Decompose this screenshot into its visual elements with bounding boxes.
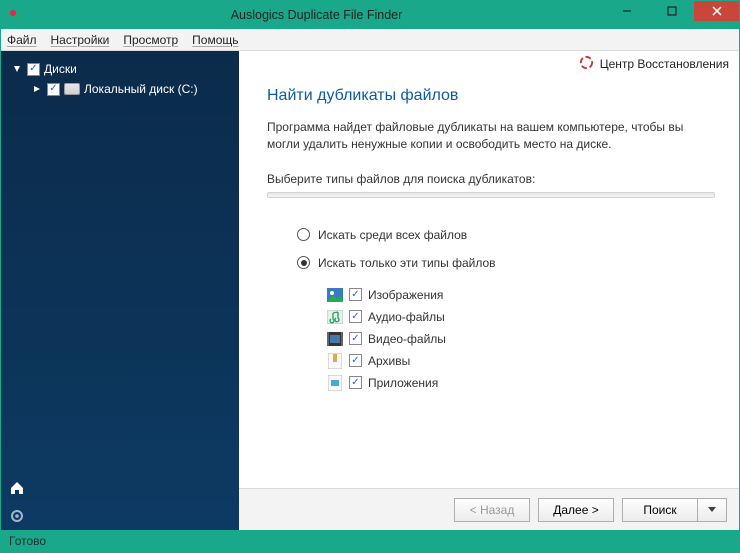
home-button[interactable] xyxy=(1,474,239,502)
checkbox-audio[interactable] xyxy=(349,310,362,323)
close-button[interactable] xyxy=(694,1,739,21)
radio-icon xyxy=(297,228,310,241)
filetype-label: Аудио-файлы xyxy=(368,310,445,324)
filetype-archives[interactable]: Архивы xyxy=(327,350,715,372)
drive-icon xyxy=(64,83,80,95)
sidebar: Диски Локальный диск (C:) xyxy=(1,51,239,530)
tree-root-row[interactable]: Диски xyxy=(11,59,235,79)
filetype-apps[interactable]: Приложения xyxy=(327,372,715,394)
menu-file[interactable]: Файл xyxy=(7,33,37,47)
wizard-footer: < Назад Далее > Поиск xyxy=(239,488,739,530)
audio-icon xyxy=(327,309,343,325)
radio-label: Искать только эти типы файлов xyxy=(318,256,496,270)
tree-drive-row[interactable]: Локальный диск (C:) xyxy=(11,79,235,99)
sidebar-bottom xyxy=(1,474,239,530)
filetype-video[interactable]: Видео-файлы xyxy=(327,328,715,350)
settings-gear-button[interactable] xyxy=(1,502,239,530)
app-icon xyxy=(7,7,23,23)
radio-label: Искать среди всех файлов xyxy=(318,228,467,242)
window-controls xyxy=(604,1,739,29)
radio-all-files[interactable]: Искать среди всех файлов xyxy=(297,228,715,242)
image-icon xyxy=(327,287,343,303)
checkbox-video[interactable] xyxy=(349,332,362,345)
video-icon xyxy=(327,331,343,347)
back-button: < Назад xyxy=(454,498,530,522)
menu-help[interactable]: Помощь xyxy=(192,33,238,47)
minimize-button[interactable] xyxy=(604,1,649,21)
status-bar: Готово xyxy=(1,530,739,552)
file-types-list: Изображения Аудио-файлы Видео-файлы xyxy=(327,284,715,394)
restore-icon xyxy=(579,55,594,73)
checkbox-drive-c[interactable] xyxy=(47,83,60,96)
app-window: Auslogics Duplicate File Finder Файл Нас… xyxy=(0,0,740,553)
radio-icon xyxy=(297,256,310,269)
checkbox-disks[interactable] xyxy=(27,63,40,76)
tree-root-label: Диски xyxy=(44,62,77,76)
filetype-label: Видео-файлы xyxy=(368,332,446,346)
titlebar[interactable]: Auslogics Duplicate File Finder xyxy=(1,1,739,29)
checkbox-apps[interactable] xyxy=(349,376,362,389)
restore-label: Центр Восстановления xyxy=(600,57,729,71)
radio-group: Искать среди всех файлов Искать только э… xyxy=(297,228,715,270)
section-label: Выберите типы файлов для поиска дубликат… xyxy=(267,172,715,186)
expand-icon[interactable] xyxy=(31,83,43,95)
content: Центр Восстановления Найти дубликаты фай… xyxy=(239,51,739,530)
page-heading: Найти дубликаты файлов xyxy=(267,87,715,105)
search-dropdown-button[interactable] xyxy=(698,498,727,522)
menu-view[interactable]: Просмотр xyxy=(123,33,178,47)
progress-step-bar xyxy=(267,192,715,198)
window-title: Auslogics Duplicate File Finder xyxy=(29,8,604,22)
menubar: Файл Настройки Просмотр Помощь xyxy=(1,29,739,51)
search-button-group: Поиск xyxy=(622,498,727,522)
restore-center[interactable]: Центр Восстановления xyxy=(239,51,739,77)
filetype-audio[interactable]: Аудио-файлы xyxy=(327,306,715,328)
filetype-images[interactable]: Изображения xyxy=(327,284,715,306)
main-panel: Найти дубликаты файлов Программа найдет … xyxy=(239,77,739,488)
checkbox-images[interactable] xyxy=(349,288,362,301)
page-description: Программа найдет файловые дубликаты на в… xyxy=(267,119,715,154)
radio-only-types[interactable]: Искать только эти типы файлов xyxy=(297,256,715,270)
checkbox-archives[interactable] xyxy=(349,354,362,367)
filetype-label: Приложения xyxy=(368,376,438,390)
tree-drive-label: Локальный диск (C:) xyxy=(84,82,198,96)
search-button[interactable]: Поиск xyxy=(622,498,698,522)
menu-settings[interactable]: Настройки xyxy=(51,33,110,47)
body: Диски Локальный диск (C:) xyxy=(1,51,739,530)
collapse-icon[interactable] xyxy=(11,63,23,75)
archive-icon xyxy=(327,353,343,369)
next-button[interactable]: Далее > xyxy=(538,498,614,522)
filetype-label: Изображения xyxy=(368,288,443,302)
filetype-label: Архивы xyxy=(368,354,410,368)
maximize-button[interactable] xyxy=(649,1,694,21)
disk-tree: Диски Локальный диск (C:) xyxy=(1,51,239,99)
status-text: Готово xyxy=(9,534,46,548)
app-icon xyxy=(327,375,343,391)
